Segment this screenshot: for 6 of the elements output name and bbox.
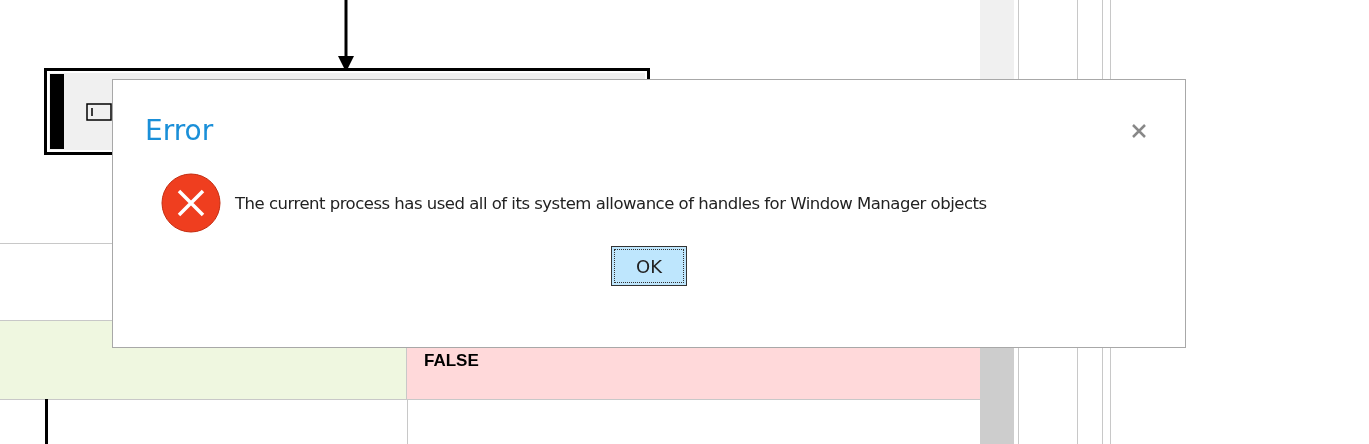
ok-button[interactable]: OK xyxy=(611,246,687,286)
error-message: The current process has used all of its system allowance of handles for Window Manager objects xyxy=(235,193,987,213)
field-icon xyxy=(86,102,112,121)
error-icon xyxy=(161,173,221,233)
dialog-title: Error xyxy=(145,114,214,147)
close-icon[interactable] xyxy=(1131,123,1147,138)
